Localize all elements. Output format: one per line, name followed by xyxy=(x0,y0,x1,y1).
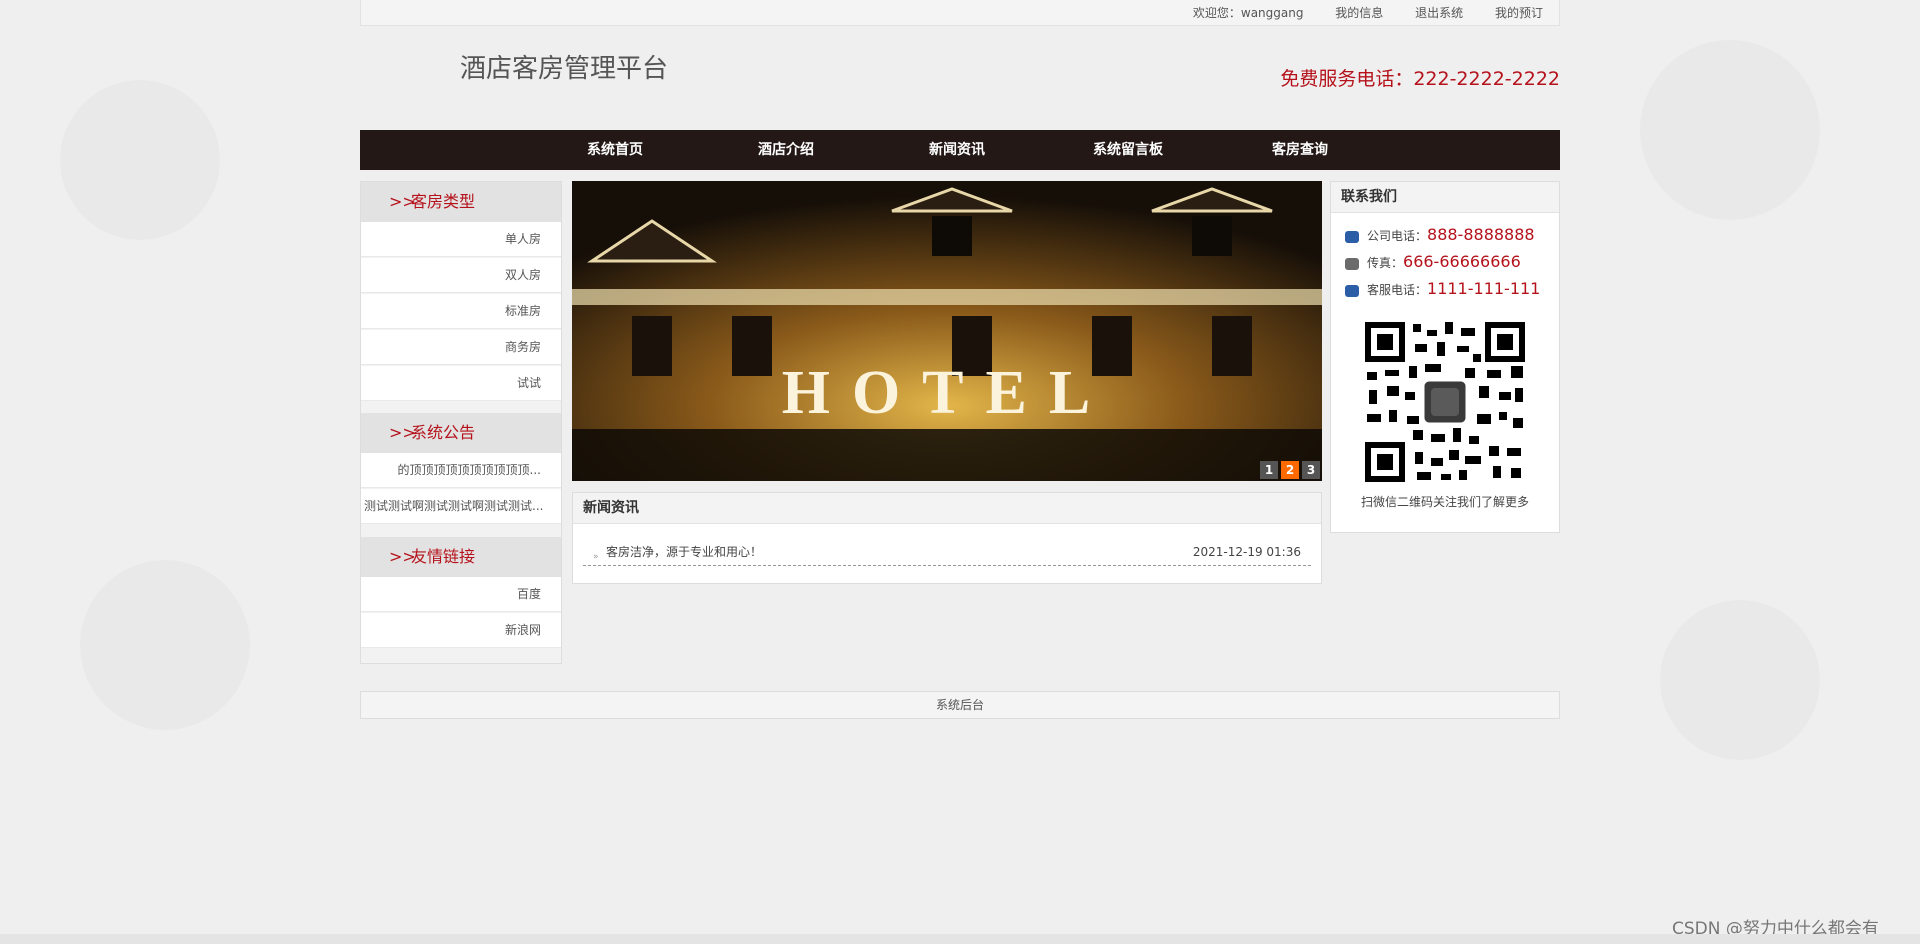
company-phone-label: 公司电话： xyxy=(1367,229,1428,243)
service-phone-row: 客服电话：1111-111-111 xyxy=(1345,276,1540,302)
double-arrow-icon: » xyxy=(593,552,599,562)
slide-dot-1[interactable]: 1 xyxy=(1260,461,1278,479)
notices-title: 系统公告 xyxy=(411,423,476,442)
admin-backend-link[interactable]: 系统后台 xyxy=(936,698,984,712)
phone-icon xyxy=(1345,284,1359,297)
room-type-item[interactable]: 双人房 xyxy=(361,258,561,293)
slide-dot-2[interactable]: 2 xyxy=(1281,461,1299,479)
nav-news[interactable]: 新闻资讯 xyxy=(929,130,985,170)
logout-link[interactable]: 退出系统 xyxy=(1415,6,1463,20)
contact-panel-title: 联系我们 xyxy=(1331,182,1559,213)
bottom-strip xyxy=(0,934,1920,944)
background-pattern xyxy=(1660,600,1820,760)
top-bar: 欢迎您：wanggang 我的信息 退出系统 我的预订 xyxy=(360,0,1560,26)
room-type-item[interactable]: 单人房 xyxy=(361,222,561,257)
news-item[interactable]: » 客房洁净，源于专业和用心！ 2021-12-19 01:36 xyxy=(583,543,1311,566)
service-phone-value: 1111-111-111 xyxy=(1427,279,1541,298)
nav-room-search[interactable]: 客房查询 xyxy=(1272,130,1328,170)
background-pattern xyxy=(80,560,250,730)
footer: 系统后台 xyxy=(360,691,1560,719)
nav-message-board[interactable]: 系统留言板 xyxy=(1093,130,1163,170)
my-booking-link[interactable]: 我的预订 xyxy=(1495,6,1543,20)
left-sidebar: >> 客房类型 单人房 双人房 标准房 商务房 试试 >> 系统公告 的顶顶顶顶… xyxy=(360,181,562,664)
room-type-item[interactable]: 标准房 xyxy=(361,294,561,329)
phone-icon xyxy=(1345,230,1359,243)
friend-link-item[interactable]: 新浪网 xyxy=(361,613,561,648)
slide-indicator: 123 xyxy=(1257,459,1320,479)
news-panel-title: 新闻资讯 xyxy=(573,493,1321,524)
room-types-header: >> 客房类型 xyxy=(361,182,561,222)
wechat-qr-code xyxy=(1361,318,1529,486)
fax-icon xyxy=(1345,257,1359,270)
background-pattern xyxy=(1640,40,1820,220)
links-header: >> 友情链接 xyxy=(361,537,561,577)
hotline-text: 免费服务电话：222-2222-2222 xyxy=(1280,68,1560,90)
room-type-item[interactable]: 试试 xyxy=(361,366,561,401)
links-title: 友情链接 xyxy=(411,547,476,566)
notice-item[interactable]: 的顶顶顶顶顶顶顶顶顶顶... xyxy=(361,453,561,488)
site-title: 酒店客房管理平台 xyxy=(460,54,669,84)
news-item-date: 2021-12-19 01:36 xyxy=(1192,545,1301,559)
notice-item[interactable]: 测试测试啊测试测试啊测试测试... xyxy=(361,489,561,524)
welcome-text: 欢迎您：wanggang xyxy=(1192,6,1304,20)
company-phone-row: 公司电话：888-8888888 xyxy=(1345,222,1535,248)
hotel-banner-image: HOTEL xyxy=(572,181,1322,481)
fax-label: 传真： xyxy=(1367,256,1404,270)
news-item-title: 客房洁净，源于专业和用心！ xyxy=(606,545,763,559)
hotel-banner[interactable]: HOTEL 123 xyxy=(572,181,1322,481)
nav-hotel-intro[interactable]: 酒店介绍 xyxy=(758,130,814,170)
qr-caption: 扫微信二维码关注我们了解更多 xyxy=(1360,495,1529,509)
hotel-sign-text: HOTEL xyxy=(782,359,1113,427)
contact-panel: 联系我们 公司电话：888-8888888 传真：666-66666666 客服… xyxy=(1330,181,1560,533)
company-phone-value: 888-8888888 xyxy=(1427,225,1535,244)
fax-value: 666-66666666 xyxy=(1403,252,1521,271)
nav-home[interactable]: 系统首页 xyxy=(587,130,643,170)
news-panel: 新闻资讯 » 客房洁净，源于专业和用心！ 2021-12-19 01:36 xyxy=(572,492,1322,584)
room-types-title: 客房类型 xyxy=(411,192,476,211)
main-nav: 系统首页 酒店介绍 新闻资讯 系统留言板 客房查询 xyxy=(360,130,1560,170)
friend-link-item[interactable]: 百度 xyxy=(361,577,561,612)
my-info-link[interactable]: 我的信息 xyxy=(1335,6,1383,20)
fax-row: 传真：666-66666666 xyxy=(1345,249,1521,275)
slide-dot-3[interactable]: 3 xyxy=(1302,461,1320,479)
notices-header: >> 系统公告 xyxy=(361,413,561,453)
background-pattern xyxy=(60,80,220,240)
service-phone-label: 客服电话： xyxy=(1367,283,1428,297)
room-type-item[interactable]: 商务房 xyxy=(361,330,561,365)
